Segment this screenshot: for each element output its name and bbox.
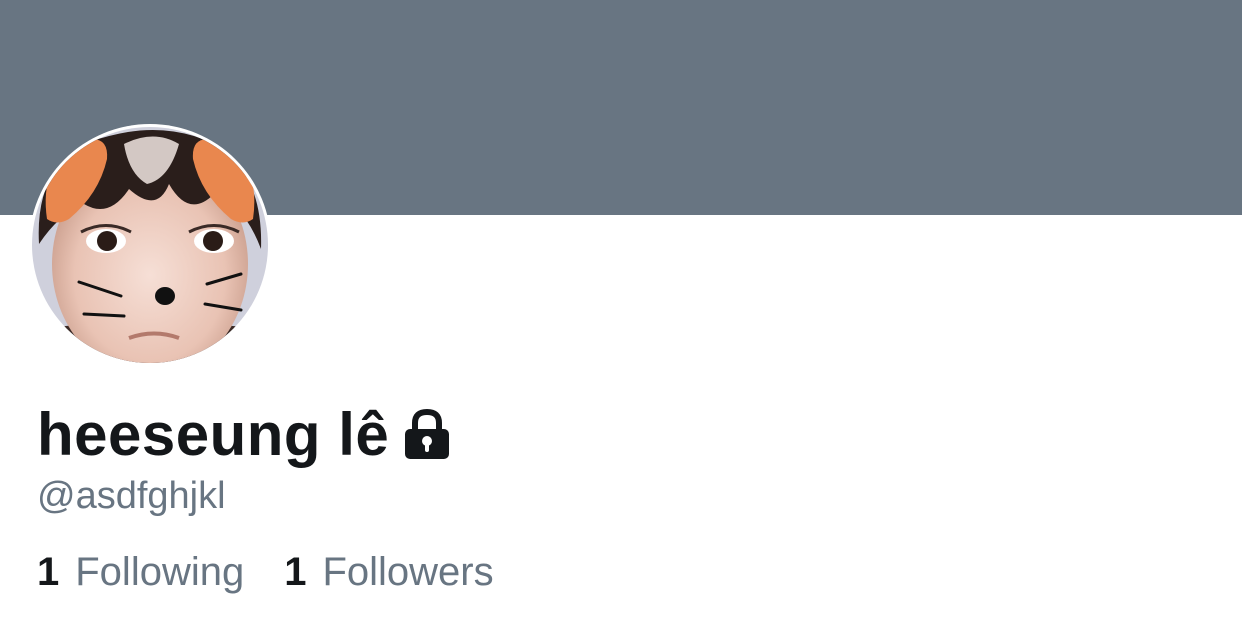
followers-link[interactable]: 1 Followers bbox=[284, 552, 493, 592]
avatar-photo bbox=[32, 127, 268, 363]
following-count: 1 bbox=[37, 550, 60, 594]
profile-stats: 1 Following 1 Followers bbox=[37, 552, 494, 592]
handle: @asdfghjkl bbox=[37, 475, 226, 517]
display-name: heeseung lê bbox=[37, 401, 390, 468]
following-link[interactable]: 1 Following bbox=[37, 552, 244, 592]
followers-label: Followers bbox=[322, 550, 494, 594]
lock-icon bbox=[403, 408, 451, 461]
profile-avatar[interactable] bbox=[29, 124, 271, 366]
display-name-row: heeseung lê bbox=[37, 400, 451, 470]
following-label: Following bbox=[75, 550, 245, 594]
followers-count: 1 bbox=[284, 550, 307, 594]
